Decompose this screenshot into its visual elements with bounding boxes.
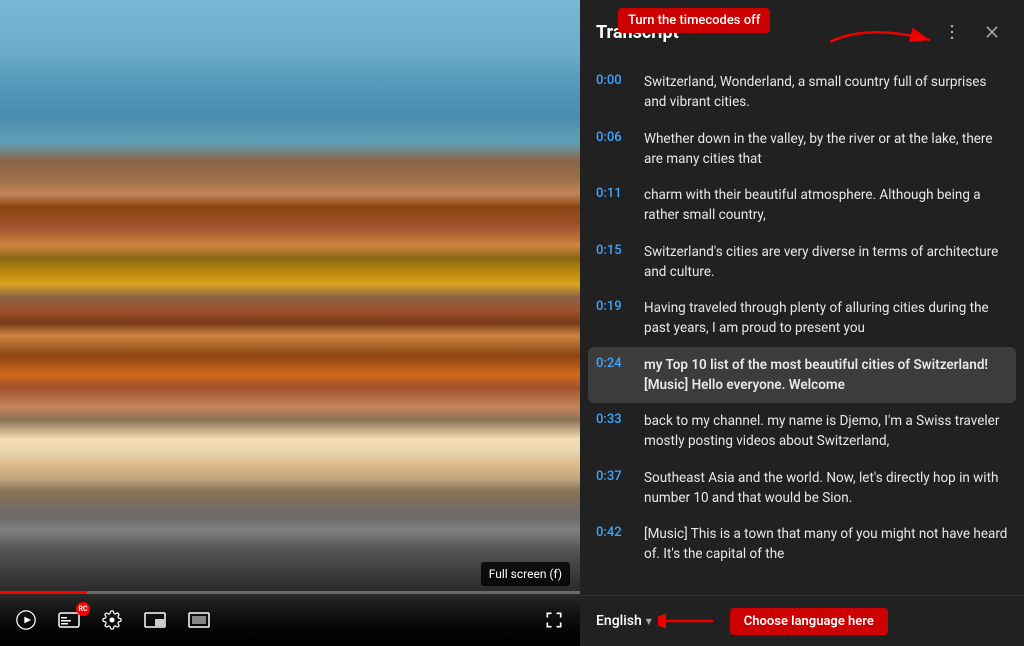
chevron-down-icon: ▾ bbox=[646, 614, 652, 628]
miniplayer-icon bbox=[144, 612, 166, 628]
language-arrow-annotation bbox=[658, 606, 718, 636]
header-actions bbox=[936, 16, 1008, 48]
language-selector[interactable]: English ▾ bbox=[596, 613, 652, 629]
more-options-icon bbox=[942, 22, 962, 42]
entry-text: [Music] This is a town that many of you … bbox=[644, 524, 1008, 565]
transcript-entry[interactable]: 0:15 Switzerland's cities are very divers… bbox=[588, 234, 1016, 291]
entry-text: Having traveled through plenty of alluri… bbox=[644, 298, 1008, 339]
timecode-timestamp: 0:33 bbox=[596, 411, 632, 427]
transcript-entry[interactable]: 0:37 Southeast Asia and the world. Now, l… bbox=[588, 460, 1016, 517]
transcript-entry[interactable]: 0:19 Having traveled through plenty of al… bbox=[588, 290, 1016, 347]
captions-wrapper: RC bbox=[54, 608, 84, 632]
transcript-entry[interactable]: 0:42 [Music] This is a town that many of … bbox=[588, 516, 1016, 573]
more-options-button[interactable] bbox=[936, 16, 968, 48]
timecode-timestamp: 0:19 bbox=[596, 298, 632, 314]
fullscreen-icon bbox=[544, 610, 564, 630]
transcript-entry[interactable]: 0:24 my Top 10 list of the most beautiful… bbox=[588, 347, 1016, 404]
close-icon bbox=[982, 22, 1002, 42]
miniplayer-button[interactable] bbox=[140, 608, 170, 632]
language-label: English bbox=[596, 613, 642, 629]
transcript-entry[interactable]: 0:11 charm with their beautiful atmospher… bbox=[588, 177, 1016, 234]
entry-text: Southeast Asia and the world. Now, let's… bbox=[644, 468, 1008, 509]
video-thumbnail bbox=[0, 0, 580, 646]
video-controls: RC bbox=[0, 594, 580, 646]
video-player: Full screen (f) RC bbox=[0, 0, 580, 646]
timecode-timestamp: 0:42 bbox=[596, 524, 632, 540]
entry-text: Switzerland's cities are very diverse in… bbox=[644, 242, 1008, 283]
timecode-timestamp: 0:24 bbox=[596, 355, 632, 371]
play-icon bbox=[16, 610, 36, 630]
theater-button[interactable] bbox=[184, 608, 214, 632]
fullscreen-button[interactable] bbox=[540, 606, 568, 634]
transcript-entry[interactable]: 0:33 back to my channel. my name is Djemo… bbox=[588, 403, 1016, 460]
fullscreen-tooltip: Full screen (f) bbox=[481, 562, 570, 586]
transcript-entry[interactable]: 0:06 Whether down in the valley, by the r… bbox=[588, 121, 1016, 178]
entry-text: Switzerland, Wonderland, a small country… bbox=[644, 72, 1008, 113]
entry-text: back to my channel. my name is Djemo, I'… bbox=[644, 411, 1008, 452]
transcript-panel: Transcript 0:00Switzerland, Wonderland, … bbox=[580, 0, 1024, 646]
entry-text: charm with their beautiful atmosphere. A… bbox=[644, 185, 1008, 226]
timecode-timestamp: 0:00 bbox=[596, 72, 632, 88]
language-bar: English ▾ Choose language here bbox=[580, 595, 1024, 646]
rc-badge: RC bbox=[76, 602, 90, 616]
timecode-timestamp: 0:37 bbox=[596, 468, 632, 484]
transcript-entry[interactable]: 0:00 Switzerland, Wonderland, a small cou… bbox=[588, 64, 1016, 121]
play-button[interactable] bbox=[12, 606, 40, 634]
settings-button[interactable] bbox=[98, 606, 126, 634]
entry-text: Whether down in the valley, by the river… bbox=[644, 129, 1008, 170]
timecode-timestamp: 0:06 bbox=[596, 129, 632, 145]
transcript-entries[interactable]: 0:00 Switzerland, Wonderland, a small cou… bbox=[580, 60, 1024, 595]
settings-icon bbox=[102, 610, 122, 630]
timecode-timestamp: 0:11 bbox=[596, 185, 632, 201]
captions-icon bbox=[58, 612, 80, 628]
close-transcript-button[interactable] bbox=[976, 16, 1008, 48]
entry-text: my Top 10 list of the most beautiful cit… bbox=[644, 355, 1008, 396]
arrow-annotation bbox=[820, 22, 940, 62]
timecode-timestamp: 0:15 bbox=[596, 242, 632, 258]
timecode-tooltip: Turn the timecodes off bbox=[618, 8, 770, 33]
theater-icon bbox=[188, 612, 210, 628]
choose-language-bubble: Choose language here bbox=[730, 608, 888, 635]
